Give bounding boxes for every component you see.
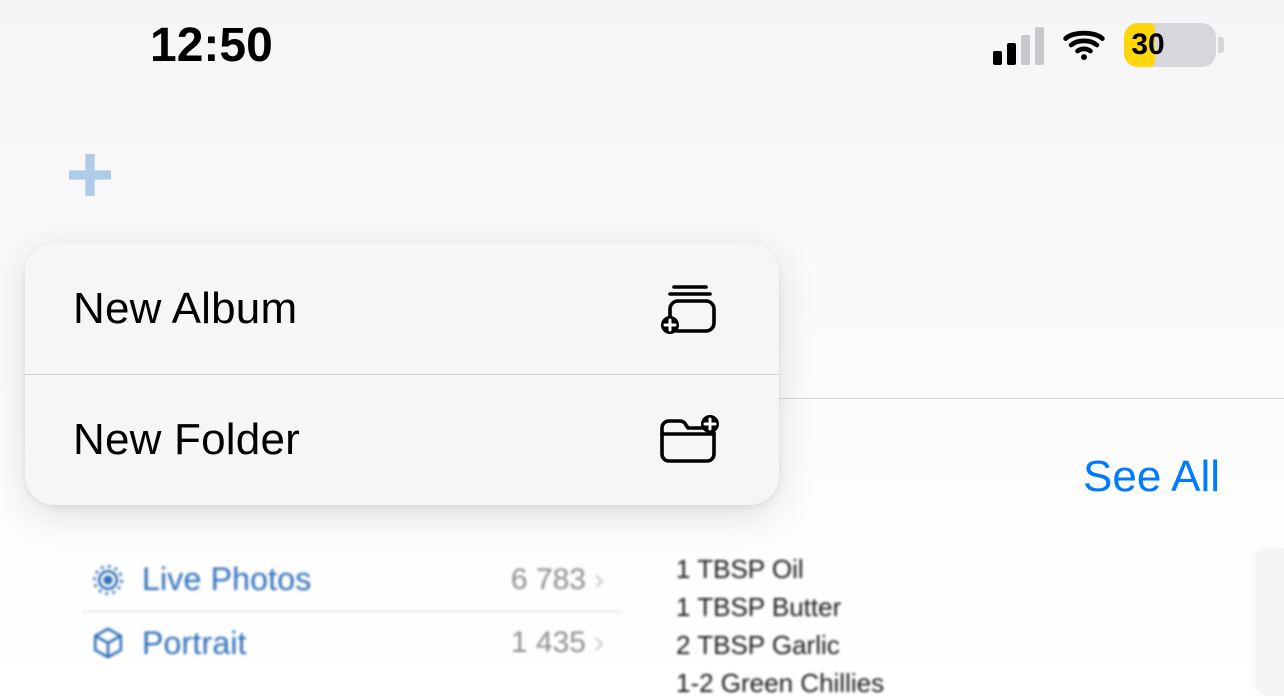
plus-icon [62, 147, 118, 203]
chevron-right-icon: › [594, 626, 622, 660]
status-bar: 12:50 30 [0, 0, 1284, 90]
new-album-menuitem[interactable]: New Album [25, 243, 779, 374]
add-button[interactable] [55, 140, 125, 210]
next-album-card-edge [1256, 548, 1284, 696]
wifi-icon [1062, 23, 1106, 67]
album-thumbnail-text: 1 TBSP Oil 1 TBSP Butter 2 TBSP Garlic 1… [676, 550, 1096, 696]
media-type-count: 6 783 [511, 563, 594, 597]
live-photos-icon [82, 563, 134, 597]
new-folder-menuitem[interactable]: New Folder [25, 374, 779, 505]
status-right: 30 [993, 23, 1224, 67]
see-all-link[interactable]: See All [1083, 452, 1220, 502]
new-album-icon [653, 280, 723, 338]
new-folder-icon [653, 411, 723, 469]
divider [778, 398, 1284, 399]
media-type-name: Live Photos [134, 561, 511, 598]
media-types-list: Live Photos 6 783 › Portrait 1 435 › [82, 548, 622, 674]
menu-item-label: New Album [73, 284, 297, 334]
media-type-count: 1 435 [511, 626, 594, 660]
media-type-name: Portrait [134, 625, 511, 662]
battery-indicator: 30 [1124, 23, 1224, 67]
portrait-icon [82, 626, 134, 660]
create-menu-popover: New Album New Folder [25, 243, 779, 505]
menu-item-label: New Folder [73, 415, 300, 465]
clock-time: 12:50 [150, 18, 273, 73]
battery-percent: 30 [1124, 28, 1216, 62]
cellular-signal-icon [993, 25, 1044, 65]
chevron-right-icon: › [594, 563, 622, 597]
media-type-row[interactable]: Portrait 1 435 › [82, 611, 622, 674]
media-type-row[interactable]: Live Photos 6 783 › [82, 548, 622, 611]
